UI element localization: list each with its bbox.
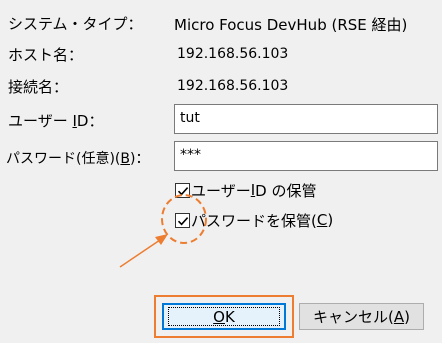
cancel-button-mnemonic: A [393,307,405,326]
cancel-button-prefix: キャンセル( [313,308,394,326]
cancel-button-suffix: ) [404,307,410,326]
annotation-overlay [119,194,207,268]
annotation-arrowhead [155,234,168,245]
ok-button-mnemonic: O [213,307,225,326]
annotation-arrow-line [119,239,161,268]
ok-button[interactable]: OK [162,303,286,330]
ok-button-label: K [224,307,235,326]
ok-button-focus-ring: OK [168,307,280,326]
cancel-button[interactable]: キャンセル(A) [299,303,424,330]
annotation-dashed-circle [161,194,207,244]
